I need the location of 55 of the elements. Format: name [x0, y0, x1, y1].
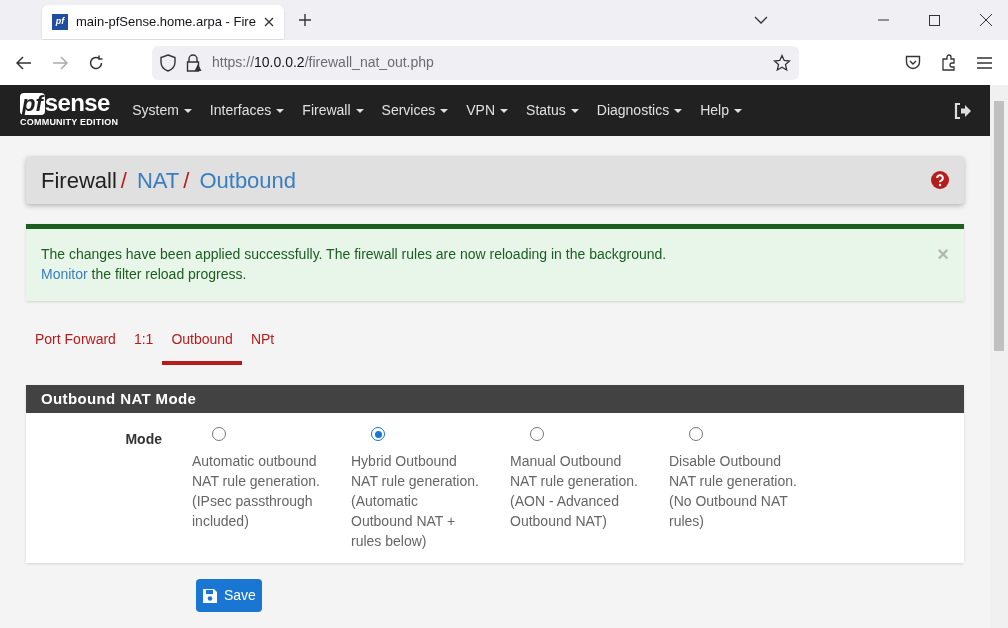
- caret-icon: [355, 108, 364, 113]
- address-bar[interactable]: https://10.0.0.2/firewall_nat_out.php: [152, 45, 799, 80]
- caret-icon: [440, 108, 449, 113]
- radio-label: Hybrid Outbound NAT rule generation. (Automatic Outbound NAT + rules below): [351, 452, 479, 551]
- radio-label: Automatic outbound NAT rule generation. (IPsec passthrough included): [192, 452, 320, 531]
- nav-menu[interactable]: Services: [381, 100, 449, 121]
- nav-tab[interactable]: 1:1: [124, 329, 163, 365]
- caret-icon: [674, 108, 683, 113]
- url-text: https://10.0.0.2/firewall_nat_out.php: [212, 53, 435, 72]
- browser-tab[interactable]: pf main-pfSense.home.arpa - Fire: [42, 5, 284, 39]
- caret-icon: [183, 108, 192, 113]
- caret-icon: [570, 108, 579, 113]
- caret-icon: [733, 108, 742, 113]
- caret-icon: [500, 108, 509, 113]
- tab-title: main-pfSense.home.arpa - Fire: [76, 13, 256, 32]
- logout-icon[interactable]: [954, 102, 972, 119]
- star-icon[interactable]: [773, 53, 791, 72]
- nav-menu[interactable]: VPN: [466, 100, 509, 121]
- radio-label: Manual Outbound NAT rule generation. (AON - Advanced Outbound NAT): [510, 452, 638, 531]
- back-icon[interactable]: [16, 55, 32, 70]
- close-window-icon[interactable]: [980, 14, 992, 26]
- pocket-icon[interactable]: [905, 55, 921, 70]
- field-label: Mode: [124, 430, 162, 449]
- nav-tab[interactable]: Outbound: [162, 329, 242, 365]
- puzzle-icon[interactable]: [941, 54, 957, 71]
- breadcrumb-separator: /: [183, 166, 190, 195]
- breadcrumb-separator: /: [120, 166, 127, 195]
- nav-menu[interactable]: Firewall: [302, 100, 364, 121]
- site-icon: pf: [52, 14, 68, 30]
- nav-menu[interactable]: Status: [526, 100, 579, 121]
- nav-menu[interactable]: Help: [700, 100, 742, 121]
- maximize-icon[interactable]: [929, 14, 940, 26]
- save-icon: [202, 587, 218, 604]
- tab-list-icon[interactable]: [754, 16, 768, 24]
- nav-menu[interactable]: System: [132, 100, 192, 121]
- breadcrumb-text: Firewall: [41, 166, 117, 195]
- shield-icon[interactable]: [160, 53, 176, 72]
- lock-warning-icon[interactable]: [186, 53, 202, 72]
- scrollbar[interactable]: [990, 85, 1008, 628]
- caret-icon: [276, 108, 285, 113]
- close-icon[interactable]: [263, 17, 274, 27]
- nav-menu[interactable]: Diagnostics: [596, 100, 683, 121]
- nav-tab[interactable]: NPt: [241, 329, 284, 365]
- radio-label: Disable Outbound NAT rule generation. (No Outbound NAT rules): [669, 452, 797, 531]
- nav-tab[interactable]: Port Forward: [26, 329, 125, 365]
- pfsense-logo[interactable]: pfsense COMMUNITY EDITION: [20, 91, 119, 130]
- new-tab-icon[interactable]: [297, 13, 312, 27]
- reload-icon[interactable]: [88, 54, 104, 71]
- alert-message: The changes have been applied successfully. The firewall rules are now reloading in the background. Monitor the filter reload progress.: [41, 245, 668, 284]
- save-button[interactable]: Save: [196, 579, 262, 612]
- help-icon[interactable]: [931, 171, 949, 189]
- panel-title: Outbound NAT Mode: [26, 385, 964, 413]
- nav-menu[interactable]: Interfaces: [209, 100, 285, 121]
- monitor-link[interactable]: Monitor: [41, 266, 88, 282]
- menu-icon[interactable]: [977, 56, 992, 69]
